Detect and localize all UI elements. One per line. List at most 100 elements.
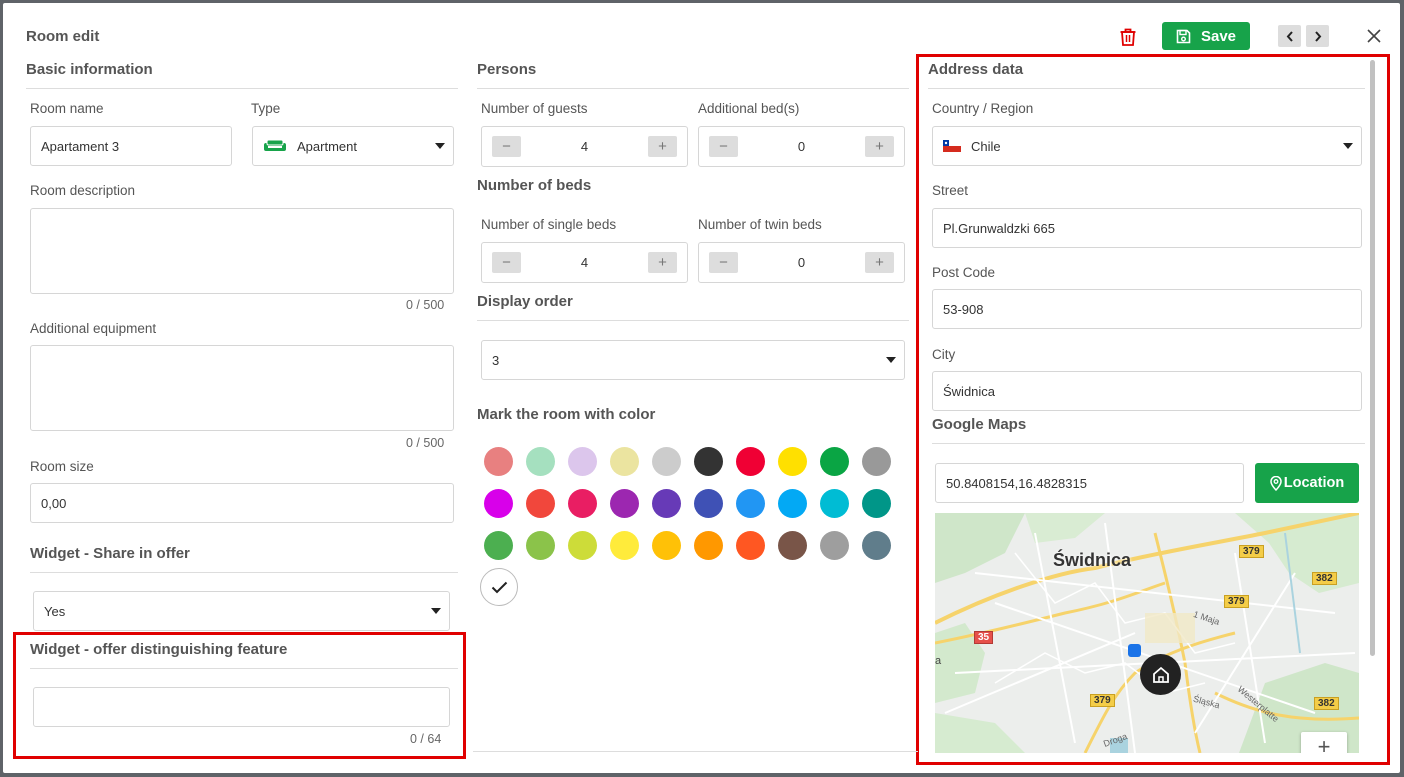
increment-button[interactable]: + (648, 252, 677, 273)
delete-button[interactable] (1119, 27, 1137, 47)
chevron-down-icon (435, 143, 445, 149)
divider (26, 88, 458, 89)
color-swatch[interactable] (778, 489, 807, 518)
room-name-label: Room name (30, 101, 104, 116)
single-beds-label: Number of single beds (481, 217, 617, 232)
room-name-value: Apartament 3 (41, 138, 120, 154)
color-swatch[interactable] (568, 531, 597, 560)
increment-button[interactable]: + (865, 136, 894, 157)
display-order-value: 3 (492, 352, 500, 368)
color-swatch[interactable] (652, 489, 681, 518)
additional-equipment-label: Additional equipment (30, 321, 157, 336)
color-title: Mark the room with color (477, 406, 656, 423)
chevron-right-icon (1314, 30, 1321, 42)
color-swatch[interactable] (526, 447, 555, 476)
widget-share-value: Yes (44, 603, 66, 619)
footer-divider (473, 751, 918, 752)
color-swatch[interactable] (568, 447, 597, 476)
twin-beds-stepper[interactable]: − 0 + (698, 242, 905, 283)
highlight-box-widget-feature (13, 632, 466, 759)
trash-icon (1120, 28, 1136, 46)
color-swatch[interactable] (484, 489, 513, 518)
chevron-down-icon (886, 357, 896, 363)
additional-beds-value: 0 (797, 139, 806, 154)
room-description-counter: 0 / 500 (406, 298, 445, 312)
color-swatch[interactable] (652, 531, 681, 560)
close-icon (1367, 29, 1381, 43)
guests-label: Number of guests (481, 101, 588, 116)
color-swatch[interactable] (736, 489, 765, 518)
next-button[interactable] (1306, 25, 1329, 47)
decrement-button[interactable]: − (709, 252, 738, 273)
sofa-icon (264, 139, 286, 151)
decrement-button[interactable]: − (492, 136, 521, 157)
previous-button[interactable] (1278, 25, 1301, 47)
single-beds-stepper[interactable]: − 4 + (481, 242, 688, 283)
room-edit-modal: Room edit Save Basic information Room na… (3, 3, 1400, 773)
check-icon (491, 581, 507, 593)
color-swatch[interactable] (568, 489, 597, 518)
additional-equipment-counter: 0 / 500 (406, 436, 445, 450)
color-swatch[interactable] (736, 531, 765, 560)
decrement-button[interactable]: − (492, 252, 521, 273)
number-of-beds-title: Number of beds (477, 177, 592, 194)
color-swatch[interactable] (610, 447, 639, 476)
divider (477, 320, 909, 321)
divider (477, 88, 909, 89)
guests-stepper[interactable]: − 4 + (481, 126, 688, 167)
no-color-option[interactable] (480, 568, 518, 606)
type-select[interactable]: Apartment (252, 126, 454, 166)
color-swatch[interactable] (820, 447, 849, 476)
color-swatch[interactable] (820, 489, 849, 518)
widget-share-title: Widget - Share in offer (30, 545, 190, 562)
highlight-box-address (916, 54, 1390, 765)
color-swatch[interactable] (526, 489, 555, 518)
room-size-label: Room size (30, 459, 94, 474)
basic-information-title: Basic information (26, 61, 153, 78)
increment-button[interactable]: + (648, 136, 677, 157)
color-swatch[interactable] (694, 447, 723, 476)
color-swatch[interactable] (862, 447, 891, 476)
color-swatch[interactable] (694, 489, 723, 518)
room-name-input[interactable]: Apartament 3 (30, 126, 232, 166)
color-swatch[interactable] (778, 447, 807, 476)
type-label: Type (251, 101, 281, 116)
chevron-left-icon (1286, 30, 1293, 42)
twin-beds-value: 0 (797, 255, 806, 270)
chevron-down-icon (431, 608, 441, 614)
color-swatch[interactable] (610, 531, 639, 560)
color-swatch[interactable] (778, 531, 807, 560)
additional-beds-label: Additional bed(s) (698, 101, 800, 116)
type-value: Apartment (297, 138, 357, 154)
save-label: Save (1200, 27, 1237, 45)
additional-equipment-textarea[interactable] (30, 345, 454, 431)
increment-button[interactable]: + (865, 252, 894, 273)
twin-beds-label: Number of twin beds (698, 217, 822, 232)
color-swatch[interactable] (610, 489, 639, 518)
color-swatch[interactable] (694, 531, 723, 560)
color-swatch[interactable] (652, 447, 681, 476)
room-size-input[interactable]: 0,00 (30, 483, 454, 523)
display-order-title: Display order (477, 293, 573, 310)
additional-beds-stepper[interactable]: − 0 + (698, 126, 905, 167)
room-description-textarea[interactable] (30, 208, 454, 294)
color-swatch[interactable] (820, 531, 849, 560)
floppy-disk-icon (1176, 29, 1191, 43)
persons-title: Persons (477, 61, 537, 78)
color-swatch[interactable] (484, 531, 513, 560)
color-swatch[interactable] (862, 489, 891, 518)
room-description-label: Room description (30, 183, 136, 198)
divider (30, 572, 458, 573)
color-swatch[interactable] (736, 447, 765, 476)
close-button[interactable] (1367, 29, 1381, 43)
color-swatch[interactable] (484, 447, 513, 476)
decrement-button[interactable]: − (709, 136, 738, 157)
modal-title: Room edit (26, 28, 100, 45)
color-swatch[interactable] (862, 531, 891, 560)
save-button[interactable]: Save (1162, 22, 1250, 50)
color-swatch[interactable] (526, 531, 555, 560)
widget-share-select[interactable]: Yes (33, 591, 450, 631)
display-order-select[interactable]: 3 (481, 340, 905, 380)
single-beds-value: 4 (580, 255, 589, 270)
guests-value: 4 (580, 139, 589, 154)
